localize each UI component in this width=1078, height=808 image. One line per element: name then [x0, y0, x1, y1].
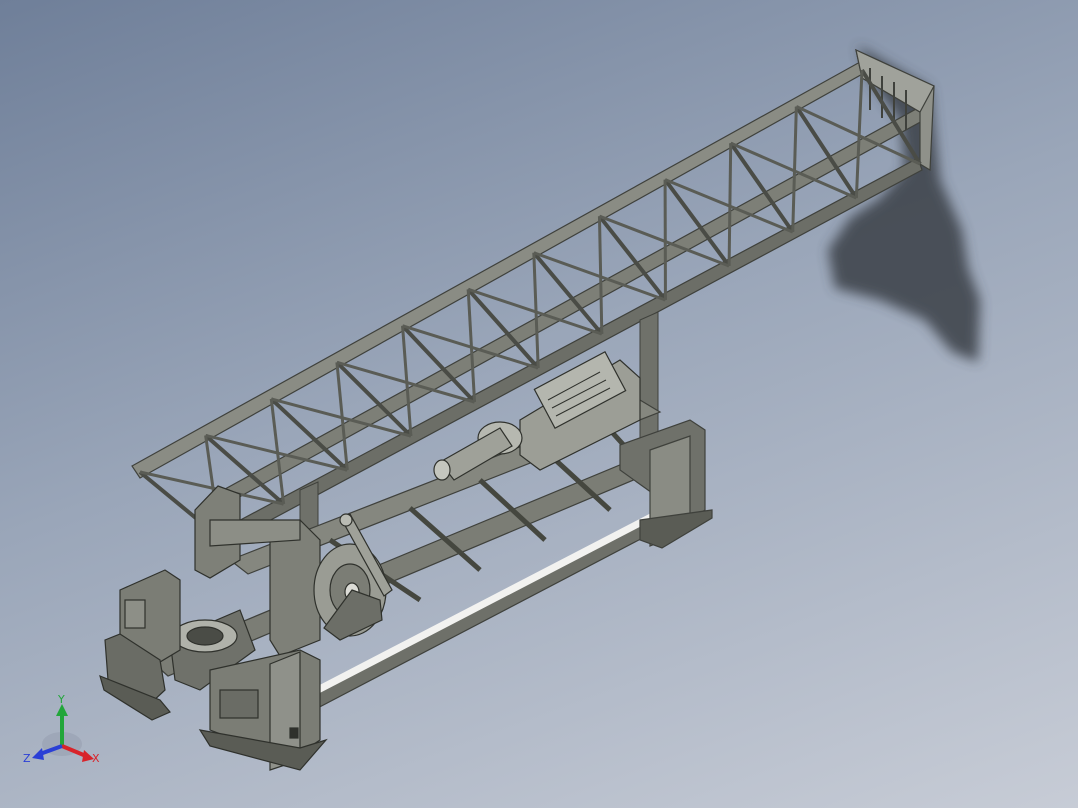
truss-diagonal — [597, 216, 604, 335]
front-outrigger-right — [198, 649, 328, 771]
truss-diagonal — [791, 106, 798, 233]
z-axis-arrowhead — [32, 748, 44, 760]
cad-viewport[interactable]: Y X Z — [0, 0, 1078, 808]
view-orientation-triad[interactable]: Y X Z — [22, 694, 108, 772]
truss-diagonal — [727, 143, 733, 267]
mast-truss[interactable] — [131, 48, 935, 545]
x-axis-label: X — [92, 752, 100, 765]
front-outrigger-left — [99, 569, 181, 721]
z-axis-label: Z — [23, 752, 31, 765]
drill-rig-model[interactable] — [0, 0, 1078, 808]
y-axis-label: Y — [57, 694, 65, 706]
